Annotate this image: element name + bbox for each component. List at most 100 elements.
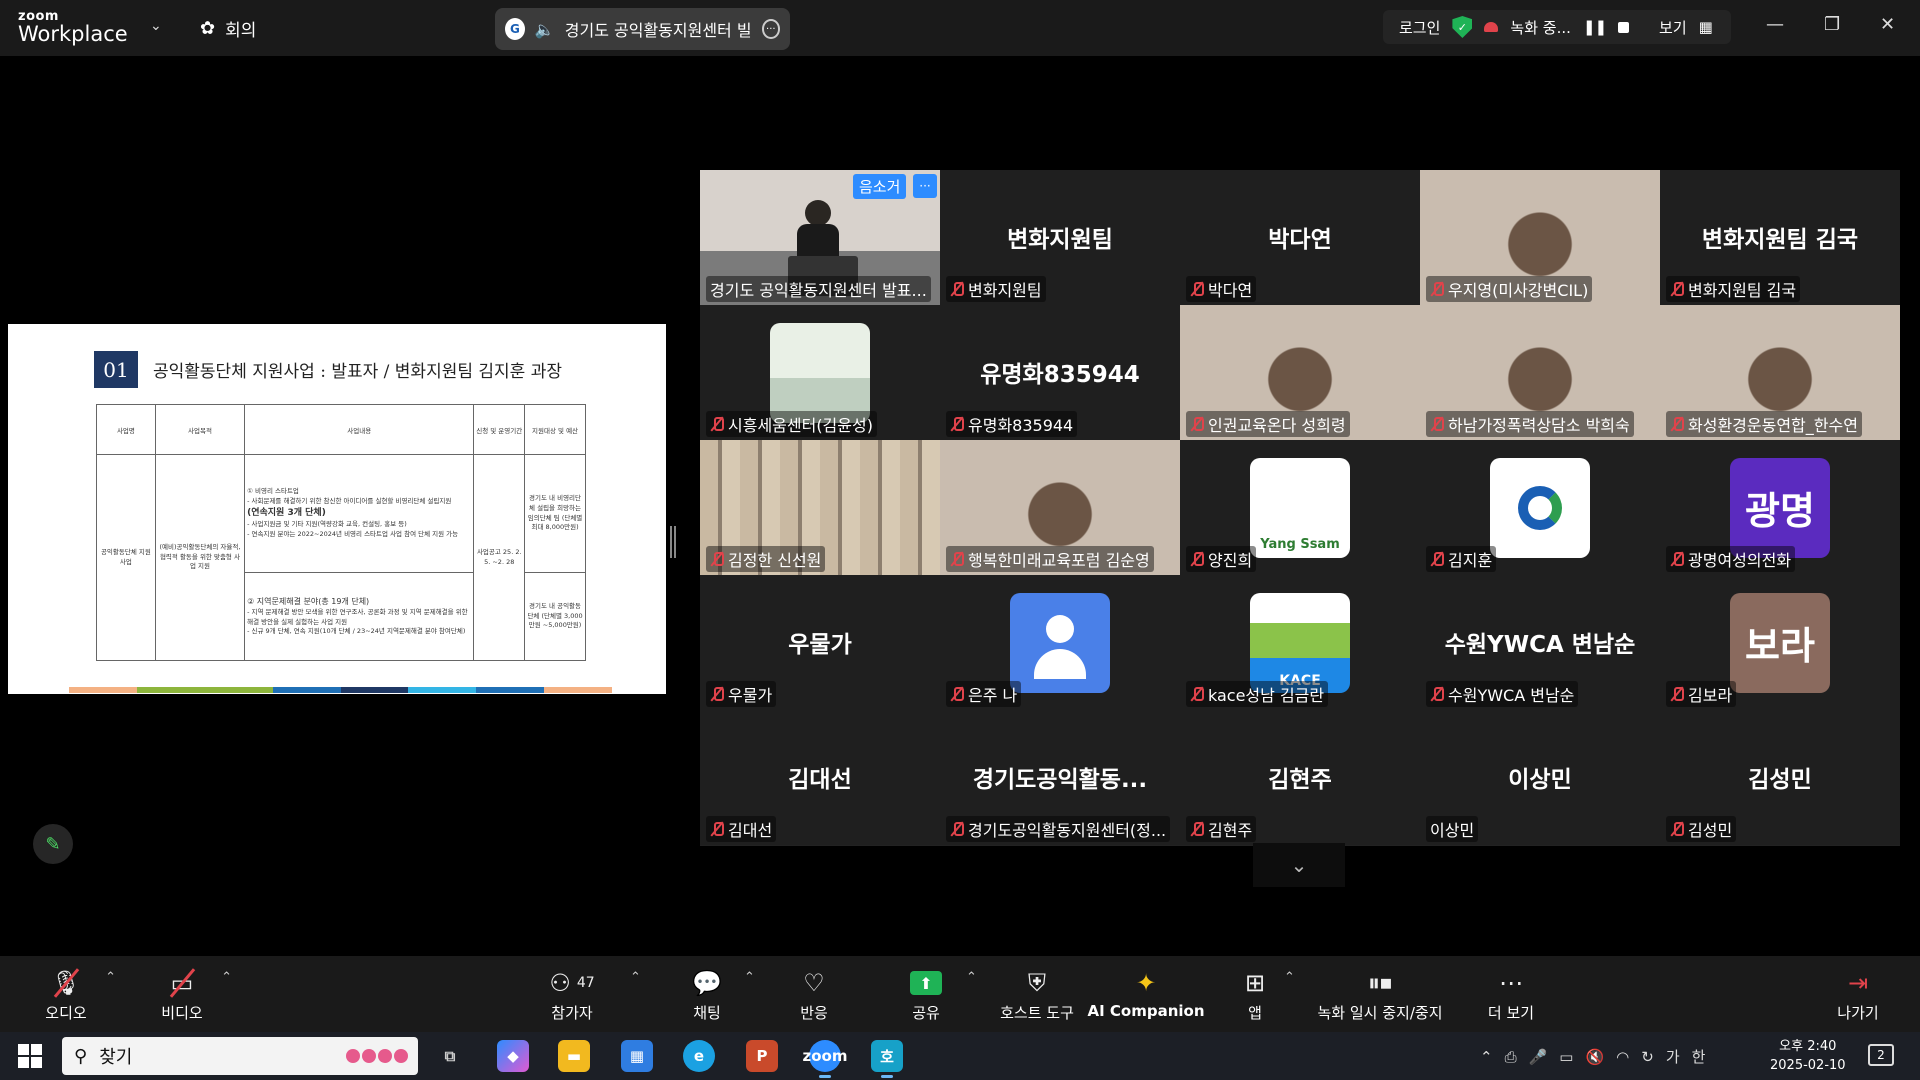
participant-tile[interactable]: 김현주 김현주 [1180,710,1420,845]
participant-tile[interactable]: 시흥세움센터(김윤성) [700,305,940,440]
participant-tile[interactable]: 우물가 우물가 [700,575,940,710]
login-button[interactable]: 로그인 [1399,17,1440,38]
meeting-title: 경기도 공익활동지원센터 빌 [564,21,752,40]
split-handle[interactable] [670,526,676,558]
audio-button[interactable]: 🎙 오디오 ⌃ [6,968,126,1023]
more-icon[interactable]: ··· [913,174,937,198]
chevron-up-icon[interactable]: ⌃ [105,970,116,985]
mic-muted-icon [1430,551,1444,567]
table-cell: (예비)공익활동단체의 자율적, 협력적 활동을 위한 맞춤형 사업 지원 [154,454,246,661]
store-icon[interactable]: ▦ [621,1040,653,1072]
sync-icon[interactable]: ↻ [1641,1048,1654,1066]
view-button[interactable]: 보기 [1659,17,1687,38]
chevron-up-icon[interactable]: ⌃ [1480,1048,1493,1066]
chevron-down-icon[interactable]: ⌄ [150,18,162,34]
restore-icon[interactable]: ❐ [1824,14,1840,35]
participant-tile[interactable]: 우지영(미사강변CIL) [1420,170,1660,305]
edge-icon[interactable]: e [683,1040,715,1072]
mute-participant-button[interactable]: 음소거 [853,174,907,199]
ai-companion-button[interactable]: ✦ AI Companion [1086,968,1206,1020]
slide-bar-segment [408,687,477,693]
start-icon[interactable] [18,1044,42,1068]
slide-bar-segment [544,687,612,693]
mic-muted-icon [1190,416,1204,432]
participant-tile[interactable]: KACE kace성남 김금란 [1180,575,1420,710]
battery-icon[interactable]: ▭ [1559,1048,1573,1066]
table-cell: ② 지역문제해결 분야(총 19개 단체) - 지역 문제해결 방안 모색을 위… [244,572,475,661]
participants-button[interactable]: ⚇ 47 참가자 [512,968,632,1023]
participant-tile[interactable]: 광명 광명여성의전화 [1660,440,1900,575]
slide-bar-segment [340,687,409,693]
clock[interactable]: 오후 2:40 2025-02-10 [1770,1037,1846,1075]
table-cell: 사업공고 25. 2. 5. ~2. 28 [473,454,526,661]
slide-bar-segment [476,687,545,693]
stop-icon[interactable] [1618,21,1630,33]
chevron-up-icon[interactable]: ⌃ [1284,970,1295,985]
video-button[interactable]: ▭ 비디오 ⌃ [122,968,242,1023]
close-icon[interactable]: ✕ [1880,14,1895,35]
meeting-toolbar: 🎙 오디오 ⌃ ▭ 비디오 ⌃ ⚇47 참가자 ⌃ 💬 채팅 ⌃ ♡ 반응 ⬆ … [0,956,1920,1032]
participant-tile[interactable]: 하남가정폭력상담소 박희숙 [1420,305,1660,440]
chevron-up-icon[interactable]: ⌃ [221,970,232,985]
grid-view-icon[interactable]: ▦ [1699,18,1713,36]
meeting-menu-button[interactable]: ✿ 회의 [200,16,256,41]
ai-companion-label: AI Companion [1087,1002,1205,1020]
participant-name: 인권교육온다 성희령 [1208,416,1346,435]
ime-language[interactable]: 한 [1692,1046,1706,1067]
participant-name: 수원YWCA 변남순 [1448,686,1575,705]
participant-tile[interactable]: Yang Ssam 양진희 [1180,440,1420,575]
ime-mode[interactable]: 가 [1666,1046,1680,1067]
file-explorer-icon[interactable]: ▬ [558,1040,590,1072]
apps-button[interactable]: ⊞ 앱 [1195,968,1315,1023]
content-line: (연속지원 3개 단체) [247,507,326,518]
gallery-next-page-icon[interactable]: ⌄ [1253,843,1345,887]
participant-tile[interactable]: 수원YWCA 변남순 수원YWCA 변남순 [1420,575,1660,710]
participant-avatar: 광명 [1730,457,1830,558]
wifi-icon[interactable]: ◠ [1616,1048,1629,1066]
participant-tile[interactable]: 김정한 신선원 [700,440,940,575]
task-view-icon[interactable]: ⧉ [434,1040,466,1072]
participant-tile[interactable]: 박다연 박다연 [1180,170,1420,305]
volume-mute-icon[interactable]: 🔇 [1585,1048,1604,1066]
participant-tile[interactable]: 김성민 김성민 [1660,710,1900,845]
reactions-button[interactable]: ♡ 반응 [754,968,874,1023]
microphone-icon[interactable]: 🎤 [1529,1048,1548,1066]
participant-tile[interactable]: 김지훈 [1420,440,1660,575]
participant-tile[interactable]: 김대선 김대선 [700,710,940,845]
mic-muted-icon [710,821,724,837]
participant-name-label: 이상민 [1426,816,1479,842]
mic-muted-icon [1190,821,1204,837]
taskbar-search[interactable]: ⚲ 찾기 [62,1037,418,1075]
recording-controls-button[interactable]: ⏸⏹ 녹화 일시 중지/중지 [1305,968,1455,1023]
meeting-title-pill[interactable]: G 🔈 경기도 공익활동지원센터 빌 ··· [495,8,790,50]
more-icon[interactable]: ··· [761,19,780,39]
copilot-icon[interactable]: ◆ [497,1040,529,1072]
notifications-icon[interactable]: 2 [1868,1044,1894,1066]
security-shield-icon[interactable]: ✓ [1452,16,1473,38]
chevron-up-icon[interactable]: ⌃ [630,970,641,985]
participant-name-label: 행복한미래교육포럼 김순영 [946,546,1154,572]
participant-tile[interactable]: 은주 나 [940,575,1180,710]
chevron-up-icon[interactable]: ⌃ [966,970,977,985]
pause-icon[interactable]: ❚❚ [1583,18,1607,36]
participant-tile[interactable]: 변화지원팀 김국 변화지원팀 김국 [1660,170,1900,305]
participant-tile[interactable]: 유명화835944 유명화835944 [940,305,1180,440]
zoom-app-icon[interactable]: zoom [803,1040,848,1078]
participant-tile[interactable]: 행복한미래교육포럼 김순영 [940,440,1180,575]
hwp-icon[interactable]: 호 [871,1040,903,1078]
meet-now-icon[interactable]: ⎙ [1505,1048,1517,1066]
more-button[interactable]: ⋯ 더 보기 [1451,968,1571,1023]
participant-tile[interactable]: 경기도공익활동... 경기도공익활동지원센터(정... [940,710,1180,845]
participant-tile[interactable]: 인권교육온다 성희령 [1180,305,1420,440]
host-tools-button[interactable]: ⛨ 호스트 도구 [977,968,1097,1023]
annotate-pencil-icon[interactable]: ✎ [33,824,73,864]
minimize-icon[interactable]: — [1766,14,1784,35]
participant-tile[interactable]: 경기도 공익활동지원센터 발표... 음소거 ··· [700,170,940,305]
participant-tile[interactable]: 변화지원팀 변화지원팀 [940,170,1180,305]
participant-tile[interactable]: 화성환경운동연합_한수연 [1660,305,1900,440]
participant-display-name: 이상민 [1508,767,1572,793]
participant-tile[interactable]: 이상민 이상민 [1420,710,1660,845]
participant-tile[interactable]: 보라 김보라 [1660,575,1900,710]
powerpoint-icon[interactable]: P [746,1040,778,1072]
leave-button[interactable]: ⇥ 나가기 [1798,968,1918,1023]
